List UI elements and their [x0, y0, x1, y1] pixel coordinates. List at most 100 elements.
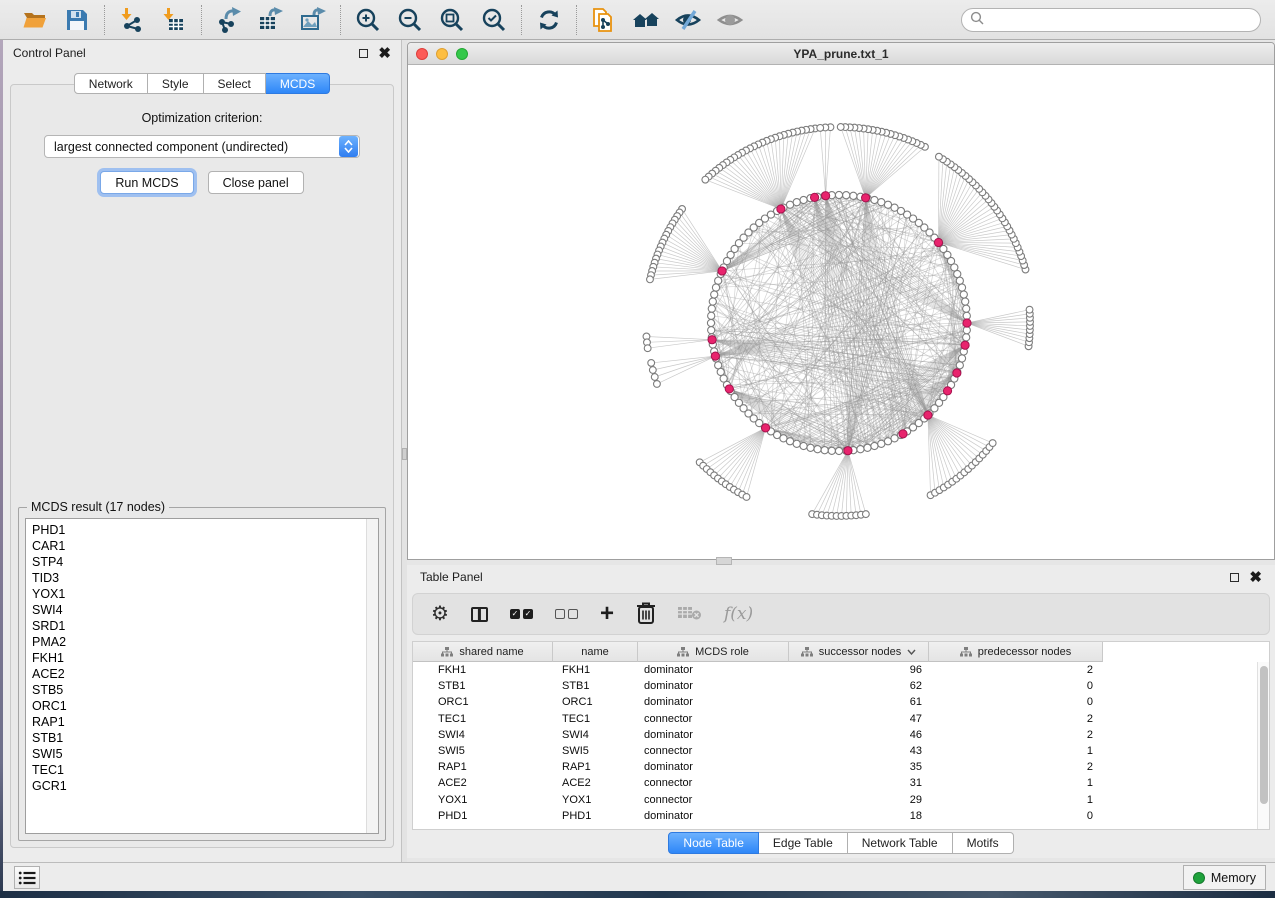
float-panel-icon[interactable] [1230, 573, 1239, 582]
table-row[interactable]: PHD1PHD1dominator180 [413, 808, 1257, 824]
network-node[interactable] [963, 334, 970, 341]
table-row[interactable]: FKH1FKH1dominator962 [413, 662, 1257, 678]
mcds-result-item[interactable]: GCR1 [32, 778, 378, 794]
memory-button[interactable]: Memory [1183, 865, 1266, 890]
mcds-node[interactable] [899, 430, 907, 438]
network-node[interactable] [707, 319, 714, 326]
tab-style[interactable]: Style [148, 73, 204, 94]
leaf-node[interactable] [837, 124, 844, 131]
mcds-node[interactable] [862, 194, 870, 202]
import-table-button[interactable] [160, 6, 188, 34]
show-columns-button[interactable] [471, 601, 488, 627]
table-row[interactable]: RAP1RAP1dominator352 [413, 759, 1257, 775]
horizontal-splitter-grip[interactable] [716, 557, 732, 565]
mcds-node[interactable] [961, 341, 969, 349]
column-header-shared-name[interactable]: shared name [413, 642, 553, 662]
leaf-node[interactable] [862, 511, 869, 518]
zoom-out-button[interactable] [396, 6, 424, 34]
mcds-list-scrollbar[interactable] [366, 519, 378, 833]
tab-network-table[interactable]: Network Table [848, 832, 953, 854]
mcds-result-item[interactable]: TEC1 [32, 762, 378, 778]
mcds-result-item[interactable]: PMA2 [32, 634, 378, 650]
tab-edge-table[interactable]: Edge Table [759, 832, 848, 854]
export-image-button[interactable] [299, 6, 327, 34]
network-node[interactable] [871, 196, 878, 203]
tab-select[interactable]: Select [204, 73, 266, 94]
network-node[interactable] [963, 312, 970, 319]
export-network-button[interactable] [215, 6, 243, 34]
network-node[interactable] [958, 355, 965, 362]
network-canvas-svg[interactable] [408, 65, 1274, 559]
zoom-fit-button[interactable] [438, 6, 466, 34]
open-session-button[interactable] [21, 6, 49, 34]
close-panel-button[interactable]: Close panel [208, 171, 304, 194]
mcds-result-item[interactable]: ORC1 [32, 698, 378, 714]
table-row[interactable]: ACE2ACE2connector311 [413, 775, 1257, 791]
search-box[interactable] [961, 8, 1261, 32]
leaf-node[interactable] [644, 345, 651, 352]
network-node[interactable] [857, 446, 864, 453]
column-header-successor-nodes[interactable]: successor nodes [789, 642, 929, 662]
table-row[interactable]: SWI4SWI4dominator462 [413, 727, 1257, 743]
mcds-node[interactable] [924, 411, 932, 419]
network-node[interactable] [958, 284, 965, 291]
mcds-result-item[interactable]: STB1 [32, 730, 378, 746]
network-node[interactable] [709, 298, 716, 305]
minimize-window-icon[interactable] [436, 48, 448, 60]
network-node[interactable] [963, 305, 970, 312]
network-node[interactable] [800, 442, 807, 449]
mcds-node[interactable] [725, 385, 733, 393]
network-node[interactable] [850, 192, 857, 199]
clone-network-button[interactable] [590, 6, 618, 34]
network-node[interactable] [960, 291, 967, 298]
tab-mcds[interactable]: MCDS [266, 73, 330, 94]
mcds-node[interactable] [953, 369, 961, 377]
network-node[interactable] [715, 362, 722, 369]
table-scrollbar[interactable] [1257, 662, 1269, 829]
network-node[interactable] [711, 291, 718, 298]
delete-table-button[interactable] [678, 601, 702, 627]
mcds-node[interactable] [810, 193, 818, 201]
refresh-button[interactable] [535, 6, 563, 34]
leaf-node[interactable] [702, 176, 709, 183]
table-settings-button[interactable]: ⚙ [431, 601, 449, 627]
mcds-result-item[interactable]: FKH1 [32, 650, 378, 666]
mcds-result-item[interactable]: SRD1 [32, 618, 378, 634]
network-node[interactable] [956, 362, 963, 369]
leaf-node[interactable] [743, 494, 750, 501]
network-node[interactable] [715, 277, 722, 284]
show-all-button[interactable] [716, 6, 744, 34]
mcds-result-item[interactable]: STB5 [32, 682, 378, 698]
network-node[interactable] [956, 277, 963, 284]
tab-network[interactable]: Network [74, 73, 148, 94]
network-node[interactable] [843, 192, 850, 199]
table-scrollbar-thumb[interactable] [1260, 666, 1268, 804]
select-all-button[interactable]: ✓✓ [510, 601, 533, 627]
network-node[interactable] [821, 447, 828, 454]
column-header-predecessor-nodes[interactable]: predecessor nodes [929, 642, 1103, 662]
mcds-result-item[interactable]: PHD1 [32, 522, 378, 538]
column-header-name[interactable]: name [553, 642, 638, 662]
network-node[interactable] [807, 444, 814, 451]
hide-selected-button[interactable] [674, 6, 702, 34]
leaf-node[interactable] [817, 125, 824, 132]
table-row[interactable]: SWI5SWI5connector431 [413, 743, 1257, 759]
close-panel-icon[interactable]: ✖ [378, 49, 391, 58]
table-row[interactable]: TEC1TEC1connector472 [413, 711, 1257, 727]
network-node[interactable] [708, 312, 715, 319]
mcds-node[interactable] [718, 267, 726, 275]
network-node[interactable] [814, 446, 821, 453]
mcds-result-item[interactable]: YOX1 [32, 586, 378, 602]
mcds-result-item[interactable]: SWI5 [32, 746, 378, 762]
network-node[interactable] [963, 327, 970, 334]
network-window-titlebar[interactable]: YPA_prune.txt_1 [408, 43, 1274, 65]
network-node[interactable] [712, 284, 719, 291]
mcds-result-item[interactable]: RAP1 [32, 714, 378, 730]
leaf-node[interactable] [648, 360, 655, 367]
mcds-node[interactable] [943, 387, 951, 395]
network-node[interactable] [878, 199, 885, 206]
network-node[interactable] [793, 440, 800, 447]
mcds-node[interactable] [963, 319, 971, 327]
leaf-node[interactable] [647, 276, 654, 283]
close-window-icon[interactable] [416, 48, 428, 60]
